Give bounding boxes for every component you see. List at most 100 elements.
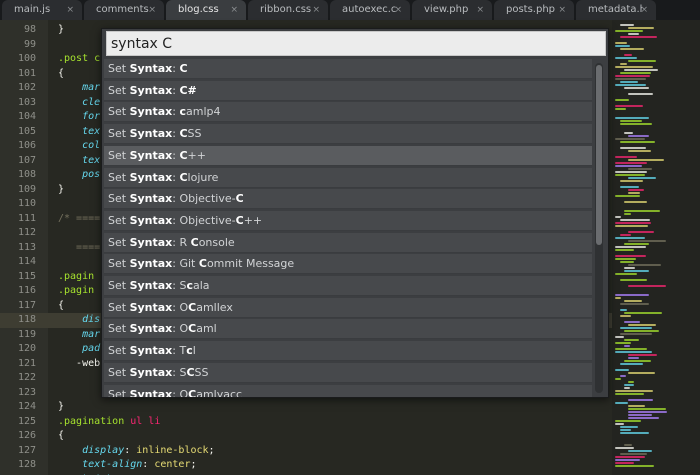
minimap-line — [615, 99, 629, 101]
code-token: ==== — [58, 241, 101, 253]
tab-posts-php[interactable]: posts.php × — [494, 0, 574, 20]
minimap-line — [615, 84, 646, 86]
match-highlight: Syntax — [129, 387, 173, 398]
command-palette-input[interactable] — [106, 31, 606, 56]
tab-close-icon[interactable]: × — [394, 0, 402, 20]
minimap-line — [615, 117, 649, 119]
command-palette-item[interactable]: Set Syntax: OCaml — [104, 319, 592, 340]
match-highlight: C — [188, 300, 197, 314]
tab-label: autoexec.cf. — [342, 4, 396, 15]
minimap-line — [615, 420, 641, 422]
tab-ribbon-css[interactable]: ribbon.css × — [248, 0, 328, 20]
command-palette-item[interactable]: Set Syntax: C++ — [104, 145, 592, 166]
command-palette-item[interactable]: Set Syntax: Objective-C++ — [104, 210, 592, 231]
tab-close-icon[interactable]: × — [640, 0, 648, 20]
code-line[interactable]: 126 { — [0, 429, 612, 444]
command-palette-item[interactable]: Set Syntax: OCamllex — [104, 297, 592, 318]
command-palette-item[interactable]: Set Syntax: Clojure — [104, 167, 592, 188]
line-number: 110 — [17, 198, 36, 209]
code-token: ; — [190, 459, 197, 470]
item-text: Set — [108, 213, 130, 227]
minimap-line — [615, 297, 621, 299]
minimap-line — [615, 369, 629, 371]
line-number: 122 — [17, 372, 36, 383]
item-text: amlp4 — [186, 105, 221, 119]
command-palette-item[interactable]: Set Syntax: Tcl — [104, 341, 592, 362]
line-number: 101 — [17, 67, 36, 79]
minimap-line — [624, 243, 649, 245]
line-number: 118 — [17, 314, 36, 325]
command-palette-item[interactable]: Set Syntax: OCamlyacc — [104, 384, 592, 398]
item-text: SS — [187, 127, 202, 141]
command-palette-item[interactable]: Set Syntax: Scala — [104, 276, 592, 296]
tab-close-icon[interactable]: × — [476, 0, 484, 20]
command-palette-item[interactable]: Set Syntax: CSS — [104, 124, 592, 145]
tab-view-php[interactable]: view.php × — [412, 0, 492, 20]
code-token: .pagin — [58, 270, 95, 282]
line-number: 98 — [23, 24, 36, 35]
command-palette-item[interactable]: Set Syntax: Git Commit Message — [104, 254, 592, 275]
item-text: Set — [108, 344, 130, 358]
minimap-line — [628, 27, 654, 29]
minimap-line — [615, 342, 631, 344]
tab-metadata-h[interactable]: metadata.h × — [576, 0, 656, 20]
minimap-line — [624, 270, 649, 272]
minimap-line — [624, 213, 631, 215]
code-token: text-align — [58, 459, 143, 470]
minimap-line — [628, 168, 652, 170]
code-token: } — [58, 183, 65, 195]
results-scrollbar-thumb[interactable] — [596, 65, 602, 245]
match-highlight: Syntax — [129, 192, 173, 206]
minimap-line — [615, 462, 634, 464]
minimap-line — [615, 237, 645, 239]
command-palette-item[interactable]: Set Syntax: camlp4 — [104, 102, 592, 123]
results-scrollbar[interactable] — [595, 63, 603, 393]
item-text: ++ — [187, 148, 206, 162]
minimap-line — [620, 123, 652, 125]
match-highlight: C — [235, 192, 244, 206]
line-number: 109 — [17, 183, 36, 195]
line-number: 128 — [17, 459, 36, 470]
tab-comments-l[interactable]: comments.l × — [84, 0, 164, 20]
code-text: .pagin — [58, 284, 94, 299]
item-text: amlyacc — [196, 387, 243, 398]
tab-close-icon[interactable]: × — [230, 0, 238, 20]
code-text: /* ==== — [58, 212, 100, 227]
item-text: Set — [108, 62, 130, 75]
code-text: .post c — [58, 52, 100, 67]
code-token: mar — [58, 328, 101, 340]
code-token: .pagin — [58, 285, 95, 296]
minimap-line — [615, 225, 648, 227]
tab-close-icon[interactable]: × — [312, 0, 320, 20]
command-palette-item[interactable]: Set Syntax: R Console — [104, 232, 592, 253]
item-text: : R — [172, 235, 191, 249]
tab-main-js[interactable]: main.js × — [2, 0, 82, 20]
tab-blog-css[interactable]: blog.css × — [166, 0, 246, 20]
code-text: display: inline-block; — [58, 444, 214, 459]
command-palette-item[interactable]: Set Syntax: C — [104, 59, 592, 79]
minimap-line — [624, 339, 639, 341]
item-text: Set — [108, 279, 130, 292]
tab-label: posts.php — [506, 4, 556, 15]
line-number: 111 — [17, 212, 36, 224]
command-palette-item[interactable]: Set Syntax: Objective-C — [104, 189, 592, 210]
command-palette-item[interactable]: Set Syntax: SCSS — [104, 362, 592, 383]
command-palette-item[interactable]: Set Syntax: C# — [104, 80, 592, 101]
code-line[interactable]: 125 .pagination ul li — [0, 415, 612, 430]
code-line[interactable]: 124} — [0, 400, 612, 415]
item-text: Set — [108, 300, 130, 314]
code-text: mar — [58, 81, 100, 96]
tab-close-icon[interactable]: × — [66, 0, 74, 20]
minimap-line — [624, 300, 642, 302]
tab-close-icon[interactable]: × — [148, 0, 156, 20]
minimap[interactable] — [612, 20, 700, 475]
tab-label: view.php — [424, 4, 469, 15]
code-text: tex — [58, 125, 100, 140]
match-highlight: C# — [179, 83, 197, 97]
code-line[interactable]: 128 text-align: center; — [0, 458, 612, 473]
code-line[interactable]: 127 display: inline-block; — [0, 444, 612, 459]
tab-close-icon[interactable]: × — [558, 0, 566, 20]
minimap-line — [620, 309, 627, 311]
code-token: mar — [58, 82, 101, 93]
tab-autoexec-cf[interactable]: autoexec.cf.× — [330, 0, 410, 20]
